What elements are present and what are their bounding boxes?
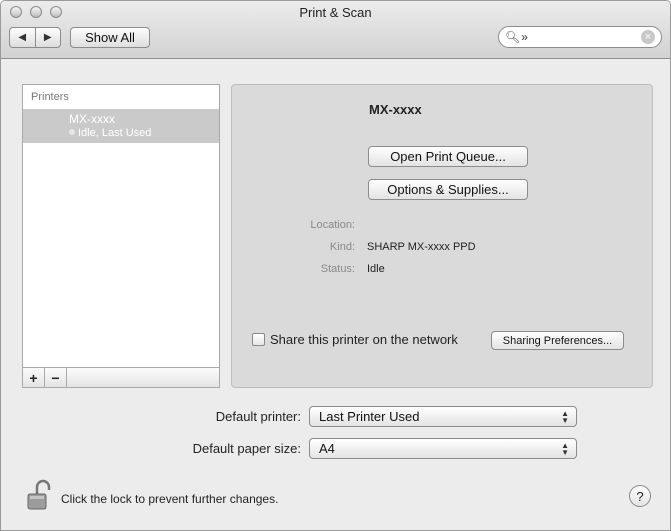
printers-list: Printers MX-xxxx Idle, Last Used <box>22 84 220 368</box>
default-paper-size-value: A4 <box>319 441 335 456</box>
kind-value: SHARP MX-xxxx PPD <box>367 241 476 253</box>
status-value: Idle <box>367 263 385 275</box>
printer-list-item[interactable]: MX-xxxx Idle, Last Used <box>23 109 219 143</box>
default-printer-label: Default printer: <box>215 409 301 424</box>
remove-printer-button[interactable]: − <box>45 368 67 387</box>
kind-label: Kind: <box>329 241 355 253</box>
share-printer-row: Share this printer on the network <box>252 332 458 347</box>
status-label: Status: <box>320 263 355 275</box>
share-printer-label[interactable]: Share this printer on the network <box>270 332 458 347</box>
default-paper-size-select[interactable]: A4 ▲ ▼ <box>309 438 577 459</box>
chevron-left-icon: ◀ <box>18 32 27 43</box>
printers-list-header: Printers <box>31 91 69 103</box>
add-printer-button[interactable]: + <box>23 368 45 387</box>
help-button[interactable]: ? <box>629 485 651 507</box>
lock-message: Click the lock to prevent further change… <box>61 492 279 506</box>
lock-icon[interactable] <box>26 479 54 511</box>
printers-list-toolbar: + − <box>22 367 220 388</box>
printer-item-status: Idle, Last Used <box>78 127 152 139</box>
default-paper-size-row: Default paper size: A4 ▲ ▼ <box>1 438 670 460</box>
share-printer-checkbox[interactable] <box>252 333 265 346</box>
default-printer-value: Last Printer Used <box>319 409 420 424</box>
printer-name-heading: MX-xxxx <box>369 102 422 117</box>
printer-item-name: MX-xxxx <box>69 112 115 126</box>
sharing-preferences-button[interactable]: Sharing Preferences... <box>491 331 624 350</box>
show-all-button[interactable]: Show All <box>70 27 150 48</box>
forward-button[interactable]: ▶ <box>34 28 61 47</box>
default-printer-select[interactable]: Last Printer Used ▲ ▼ <box>309 406 577 427</box>
updown-arrows-icon: ▲ ▼ <box>561 409 569 425</box>
title-bar: Print & Scan ◀ ▶ Show All 🔍︎ » × <box>1 1 670 59</box>
location-label: Location: <box>310 219 355 231</box>
search-icon: 🔍︎ <box>505 30 521 44</box>
window-title: Print & Scan <box>299 5 372 20</box>
clear-search-icon[interactable]: × <box>641 30 655 44</box>
search-input[interactable]: » <box>521 30 528 44</box>
options-supplies-button[interactable]: Options & Supplies... <box>368 179 528 200</box>
status-dot-icon <box>69 129 75 135</box>
chevron-right-icon: ▶ <box>43 32 52 43</box>
default-paper-size-label: Default paper size: <box>192 441 301 456</box>
search-field[interactable]: 🔍︎ » × <box>498 26 662 48</box>
open-print-queue-button[interactable]: Open Print Queue... <box>368 146 528 167</box>
print-and-scan-window: Print & Scan ◀ ▶ Show All 🔍︎ » × Printer… <box>0 0 671 531</box>
updown-arrows-icon: ▲ ▼ <box>561 441 569 457</box>
printer-detail-panel: MX-xxxx Open Print Queue... Options & Su… <box>231 84 653 388</box>
back-forward-control: ◀ ▶ <box>9 27 61 48</box>
back-button[interactable]: ◀ <box>10 28 35 47</box>
default-printer-row: Default printer: Last Printer Used ▲ ▼ <box>1 406 670 428</box>
